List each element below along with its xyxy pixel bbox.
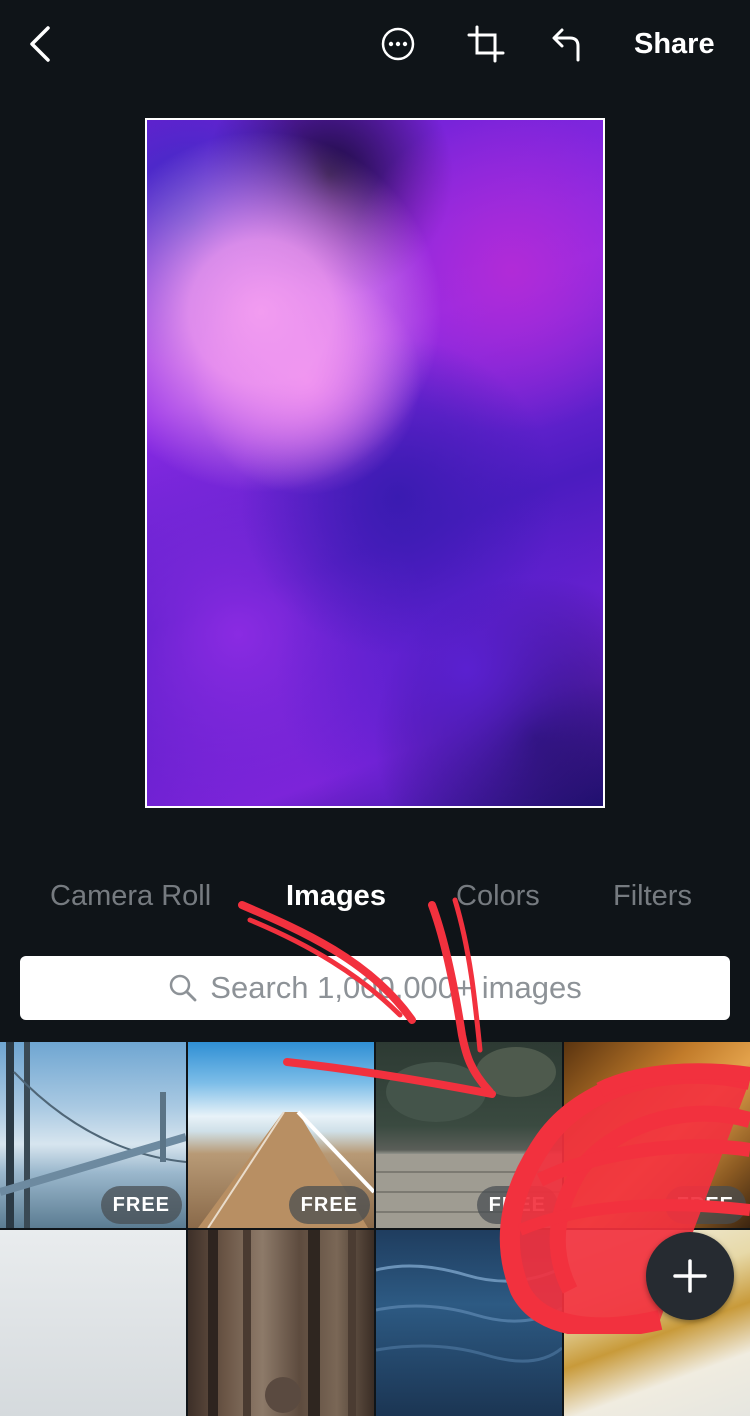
back-button[interactable] <box>18 22 62 66</box>
plus-icon <box>673 1259 707 1293</box>
tab-filters[interactable]: Filters <box>613 868 692 924</box>
image-thumbnail[interactable]: FREE <box>188 1042 374 1228</box>
chevron-left-icon <box>30 26 50 62</box>
image-thumbnail[interactable]: FREE <box>376 1042 562 1228</box>
image-thumbnail[interactable]: FREE <box>564 1042 750 1228</box>
tab-images[interactable]: Images <box>286 868 386 924</box>
image-thumbnail[interactable] <box>188 1230 374 1416</box>
ocean-image <box>376 1264 562 1363</box>
crop-button[interactable] <box>466 24 506 64</box>
image-grid: FREE FREE FREE FREE <box>0 1042 750 1416</box>
design-canvas[interactable] <box>145 118 605 808</box>
content-tabs: Camera Roll Images Colors Filters <box>0 868 750 924</box>
image-thumbnail[interactable]: FREE <box>0 1042 186 1228</box>
free-badge: FREE <box>476 1186 558 1224</box>
undo-button[interactable] <box>548 24 588 64</box>
image-thumbnail[interactable] <box>0 1230 186 1416</box>
search-icon <box>170 974 197 1002</box>
tab-camera-roll[interactable]: Camera Roll <box>50 868 211 924</box>
share-button[interactable]: Share <box>634 22 715 66</box>
more-options-button[interactable] <box>378 24 418 64</box>
search-input[interactable]: Search 1,000,000+ images <box>20 956 730 1020</box>
search-placeholder: Search 1,000,000+ images <box>210 970 582 1005</box>
top-toolbar: Share <box>0 0 750 90</box>
add-button[interactable] <box>646 1232 734 1320</box>
image-thumbnail[interactable] <box>376 1230 562 1416</box>
free-badge: FREE <box>288 1186 370 1224</box>
crop-icon <box>467 25 505 63</box>
more-options-icon <box>381 27 415 61</box>
forest-image <box>208 1230 356 1416</box>
free-badge: FREE <box>664 1186 746 1224</box>
tab-colors[interactable]: Colors <box>456 868 540 924</box>
free-badge: FREE <box>100 1186 182 1224</box>
undo-icon <box>552 28 580 62</box>
